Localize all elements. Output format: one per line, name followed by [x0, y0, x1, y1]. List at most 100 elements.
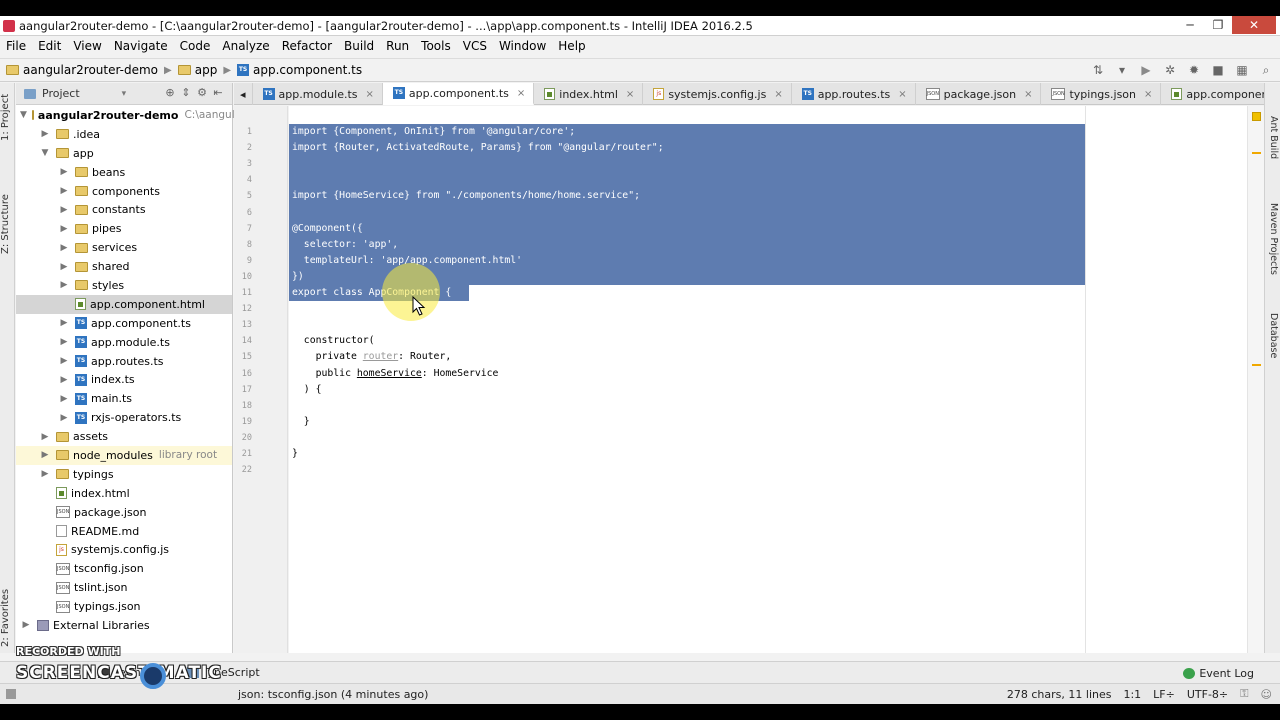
collapsed-arrow-icon[interactable]: ▶ [58, 318, 70, 328]
collapse-all-icon[interactable]: ⇕ [178, 86, 194, 100]
maven-projects-tool-tab[interactable]: Maven Projects [1267, 193, 1279, 285]
tree-item[interactable]: JSON tslint.json [16, 578, 232, 597]
menu-navigate[interactable]: Navigate [108, 39, 174, 53]
project-panel-title[interactable]: Project [42, 87, 80, 100]
chevron-down-icon[interactable]: ▾ [122, 89, 127, 99]
file-encoding[interactable]: UTF-8÷ [1187, 688, 1228, 701]
tree-item[interactable]: README.md [16, 522, 232, 541]
maximize-button[interactable]: ❐ [1204, 16, 1232, 34]
tree-item[interactable]: JSON typings.json [16, 597, 232, 616]
editor-tab[interactable]: JSON typings.json × [1041, 83, 1162, 105]
tree-item[interactable]: ▶ TS rxjs-operators.ts [16, 408, 232, 427]
collapsed-arrow-icon[interactable]: ▶ [58, 262, 70, 272]
warning-icon[interactable] [1252, 112, 1261, 121]
editor-tab[interactable]: app.component.html× [1161, 83, 1280, 105]
breadcrumb-project[interactable]: aangular2router-demo ▶ [6, 63, 172, 77]
gear-icon[interactable]: ⚙ [194, 86, 210, 100]
debug-icon[interactable]: ✲ [1160, 61, 1180, 79]
menu-vcs[interactable]: VCS [457, 39, 493, 53]
close-tab-icon[interactable]: × [1024, 89, 1032, 100]
tree-item[interactable]: index.html [16, 484, 232, 503]
menu-view[interactable]: View [67, 39, 107, 53]
editor-tab[interactable]: js systemjs.config.js × [643, 83, 792, 105]
tree-item[interactable]: ▼ app [16, 144, 232, 163]
menu-help[interactable]: Help [552, 39, 591, 53]
code-editor[interactable]: import {Component, OnInit} from '@angula… [289, 106, 1247, 653]
tree-item[interactable]: ▶ External Libraries [16, 616, 232, 635]
close-button[interactable]: ✕ [1232, 16, 1276, 34]
database-tool-tab[interactable]: Database [1267, 305, 1279, 367]
menu-tools[interactable]: Tools [415, 39, 457, 53]
project-tool-tab[interactable]: 1: Project [0, 87, 15, 147]
tree-item[interactable]: ▶ services [16, 238, 232, 257]
tree-item[interactable]: JSON package.json [16, 503, 232, 522]
tree-item[interactable]: ▶ beans [16, 163, 232, 182]
collapsed-arrow-icon[interactable]: ▶ [58, 243, 70, 253]
close-tab-icon[interactable]: × [898, 89, 906, 100]
lock-icon[interactable]: ⚿ [1240, 687, 1248, 701]
tree-item[interactable]: ▶ node_modules library root [16, 446, 232, 465]
editor-tab[interactable]: index.html × [534, 83, 644, 105]
inspector-icon[interactable]: ☺ [1261, 688, 1272, 701]
run-icon[interactable]: ▶ [1136, 61, 1156, 79]
warning-marker[interactable] [1252, 364, 1261, 366]
collapsed-arrow-icon[interactable]: ▶ [39, 432, 51, 442]
editor-tab[interactable]: TS app.module.ts × [253, 83, 383, 105]
tree-item[interactable]: ▶ components [16, 182, 232, 201]
status-message[interactable]: json: tsconfig.json (4 minutes ago) [238, 688, 428, 701]
tree-item[interactable]: JSON tsconfig.json [16, 559, 232, 578]
close-tab-icon[interactable]: × [1144, 89, 1152, 100]
collapsed-arrow-icon[interactable]: ▶ [58, 224, 70, 234]
favorites-tool-tab[interactable]: 2: Favorites [0, 583, 15, 653]
tree-item[interactable]: ▶ shared [16, 257, 232, 276]
close-tab-icon[interactable]: × [774, 89, 782, 100]
stop-icon[interactable]: ■ [1208, 61, 1228, 79]
close-tab-icon[interactable]: × [517, 88, 525, 99]
vcs-update-icon[interactable]: ⇅ [1088, 61, 1108, 79]
menu-code[interactable]: Code [174, 39, 217, 53]
tab-overflow-left[interactable]: ◂ [234, 83, 253, 105]
editor-tab[interactable]: TS app.routes.ts × [792, 83, 916, 105]
collapsed-arrow-icon[interactable]: ▶ [58, 394, 70, 404]
collapsed-arrow-icon[interactable]: ▶ [58, 205, 70, 215]
tree-item[interactable]: ▶ TS main.ts [16, 389, 232, 408]
run-config-dropdown-icon[interactable]: ▾ [1112, 61, 1132, 79]
menu-refactor[interactable]: Refactor [276, 39, 338, 53]
tree-item[interactable]: ▶ pipes [16, 219, 232, 238]
search-icon[interactable]: ⌕ [1256, 61, 1276, 79]
minimize-button[interactable]: ─ [1176, 16, 1204, 34]
collapsed-arrow-icon[interactable]: ▶ [58, 280, 70, 290]
collapsed-arrow-icon[interactable]: ▶ [58, 337, 70, 347]
tree-item[interactable]: ▶ typings [16, 465, 232, 484]
tree-item[interactable]: ▶ constants [16, 200, 232, 219]
event-log-button[interactable]: Event Log [1183, 667, 1254, 680]
tree-item[interactable]: ▶ assets [16, 427, 232, 446]
breadcrumb-file[interactable]: TS app.component.ts [237, 63, 362, 77]
caret-position[interactable]: 1:1 [1123, 688, 1141, 701]
editor-tab[interactable]: TS app.component.ts × [382, 83, 535, 105]
breadcrumb-app[interactable]: app ▶ [177, 63, 231, 77]
warning-marker[interactable] [1252, 152, 1261, 154]
tree-item[interactable]: ▶ .idea [16, 125, 232, 144]
editor-tab[interactable]: JSON package.json × [916, 83, 1042, 105]
collapsed-arrow-icon[interactable]: ▶ [20, 620, 32, 630]
tree-item[interactable]: ▶ TS app.component.ts [16, 314, 232, 333]
scroll-from-source-icon[interactable]: ⊕ [162, 86, 178, 100]
line-separator[interactable]: LF÷ [1153, 688, 1175, 701]
expanded-arrow-icon[interactable]: ▼ [39, 148, 51, 158]
hide-panel-icon[interactable]: ⇤ [210, 86, 226, 100]
tree-item[interactable]: js systemjs.config.js [16, 540, 232, 559]
toggle-tool-windows-icon[interactable] [6, 689, 16, 699]
collapsed-arrow-icon[interactable]: ▶ [58, 167, 70, 177]
menu-run[interactable]: Run [380, 39, 415, 53]
collapsed-arrow-icon[interactable]: ▶ [39, 450, 51, 460]
collapsed-arrow-icon[interactable]: ▶ [58, 186, 70, 196]
tree-item[interactable]: app.component.html [16, 294, 232, 314]
close-tab-icon[interactable]: × [626, 89, 634, 100]
coverage-icon[interactable]: ✹ [1184, 61, 1204, 79]
tree-item[interactable]: ▶ styles [16, 276, 232, 295]
collapsed-arrow-icon[interactable]: ▶ [39, 469, 51, 479]
tree-item[interactable]: ▼ aangular2router-demo C:\aangula [16, 106, 241, 125]
menu-build[interactable]: Build [338, 39, 380, 53]
collapsed-arrow-icon[interactable]: ▶ [58, 375, 70, 385]
